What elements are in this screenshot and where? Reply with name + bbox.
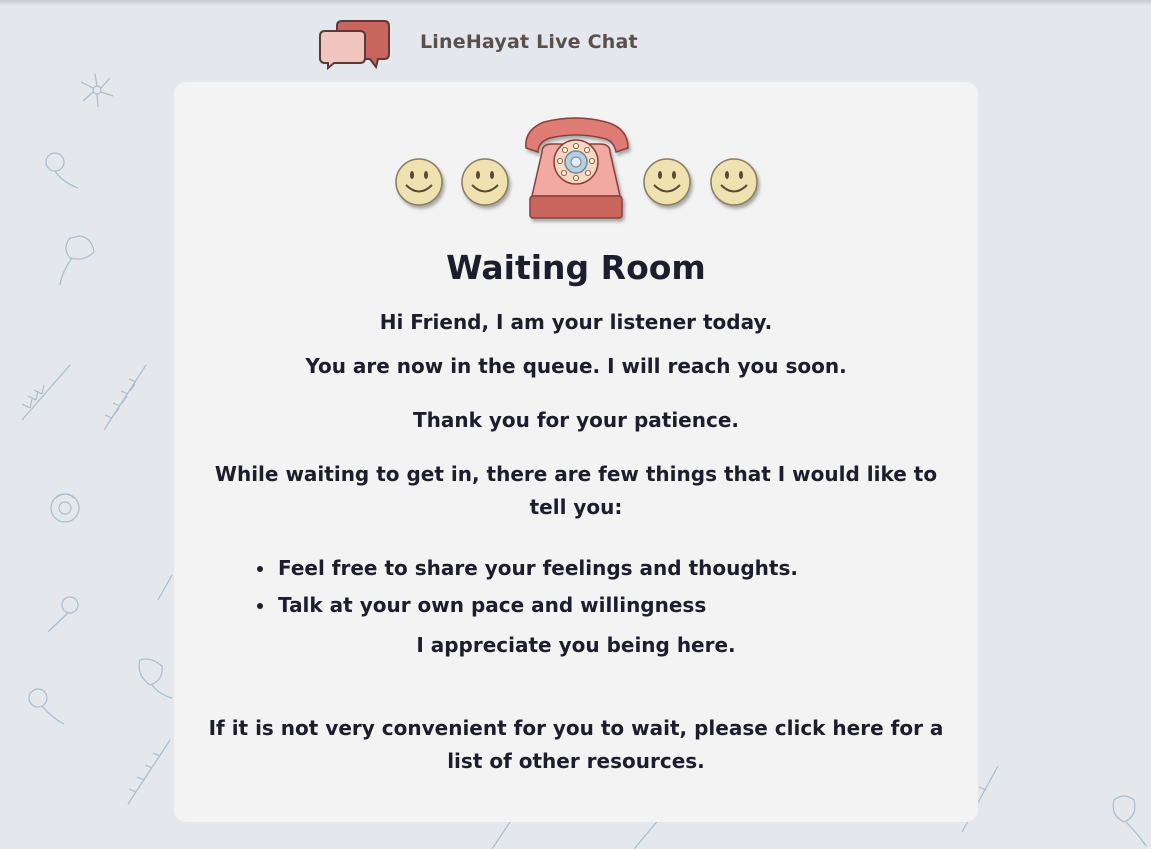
greeting-text: Hi Friend, I am your listener today. [379, 310, 773, 334]
rose-icon [50, 493, 80, 523]
hero-illustration [395, 117, 758, 219]
rotary-telephone-icon [525, 117, 629, 219]
sprig-icon [491, 817, 661, 849]
intro-text: While waiting to get in, there are few t… [214, 462, 938, 519]
dandelion-icon [45, 152, 79, 189]
waiting-room-card: Waiting Room Hi Friend, I am your listen… [174, 82, 978, 822]
resources-link[interactable]: If it is not very convenient for you to … [204, 712, 948, 778]
tulip-icon [1112, 795, 1147, 847]
list-item: Talk at your own pace and willingness [276, 587, 798, 624]
tulip-icon [138, 658, 173, 699]
dandelion-icon [47, 596, 79, 633]
appreciation-text: I appreciate you being here. [416, 633, 736, 657]
smiley-icon [461, 158, 509, 206]
sprig-icon [127, 739, 171, 805]
chat-bubbles-icon [319, 20, 390, 70]
smiley-icon [395, 158, 443, 206]
app-title: LineHayat Live Chat [420, 31, 638, 53]
tips-list: Feel free to share your feelings and tho… [256, 550, 798, 624]
thanks-text: Thank you for your patience. [412, 408, 739, 432]
smiley-icon [643, 158, 691, 206]
sprig-icon [21, 364, 71, 421]
list-item: Feel free to share your feelings and tho… [276, 550, 798, 587]
smiley-icon [710, 158, 758, 206]
queue-message: You are now in the queue. I will reach y… [305, 354, 847, 378]
tulip-icon [59, 235, 95, 286]
sprig-icon [157, 574, 173, 601]
sprig-icon [103, 364, 147, 431]
daisy-icon [80, 73, 114, 108]
dandelion-icon [28, 688, 65, 725]
page-title: Waiting Room [446, 248, 706, 287]
header: LineHayat Live Chat [318, 18, 738, 70]
